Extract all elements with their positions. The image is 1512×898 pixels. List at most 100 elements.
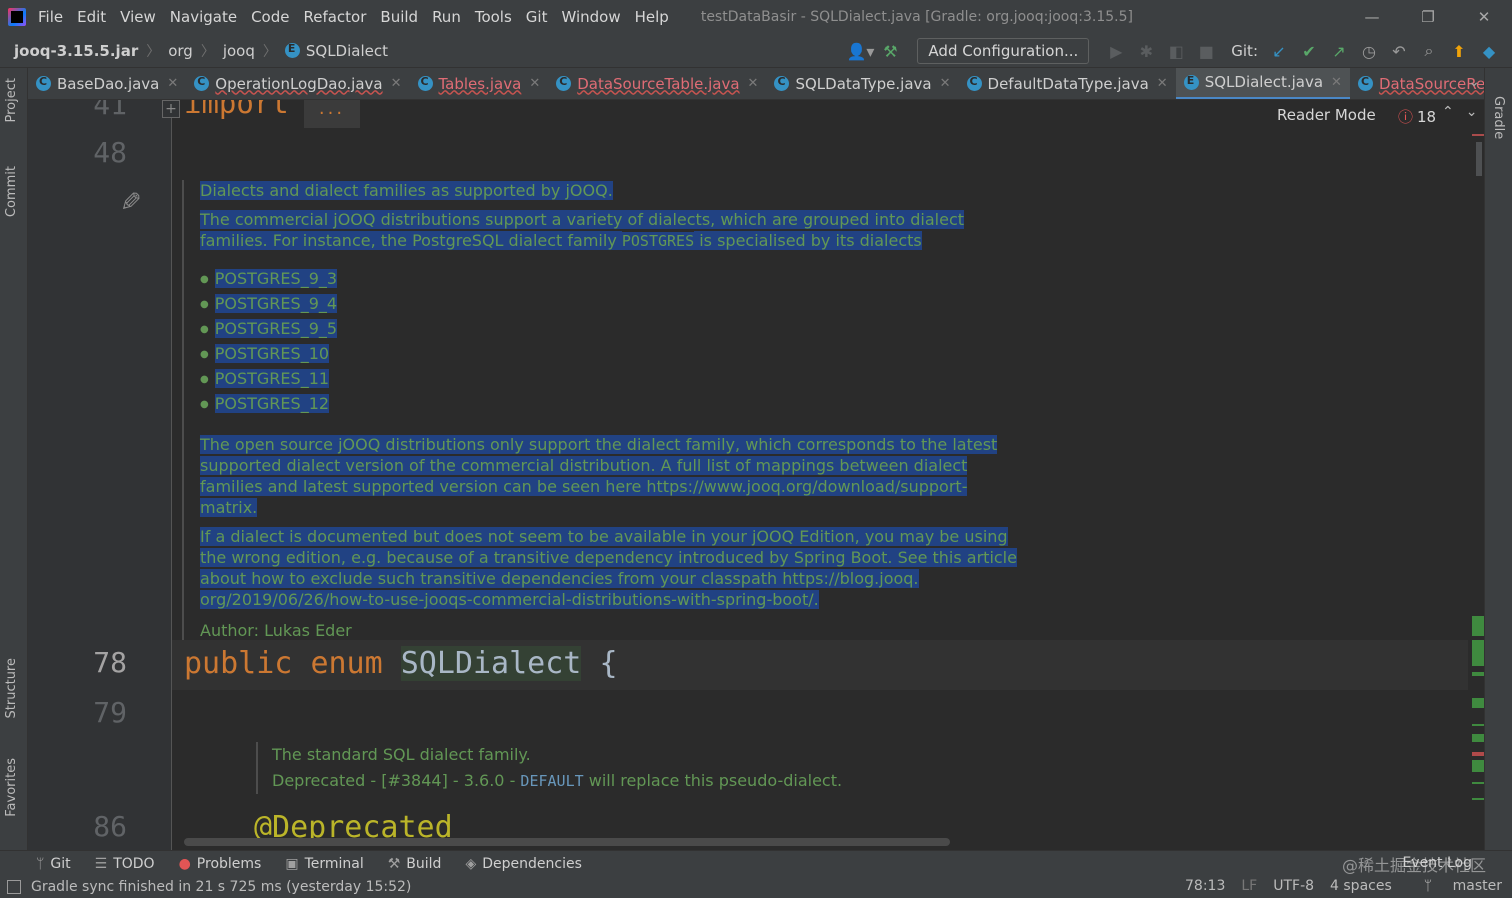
problems-tool-button[interactable]: ● Problems — [179, 856, 262, 872]
build-hammer-icon[interactable]: ⚒ — [875, 42, 905, 61]
stripe-mark[interactable] — [1472, 640, 1484, 666]
tab-datasourcerecord[interactable]: DataSourceRecord.jav — [1350, 68, 1484, 99]
menu-help[interactable]: Help — [635, 8, 669, 26]
minimize-button[interactable]: — — [1344, 8, 1400, 26]
stripe-mark[interactable] — [1472, 760, 1484, 772]
caret-position[interactable]: 78:13 — [1185, 878, 1225, 894]
tab-basedao[interactable]: BaseDao.java ✕ — [28, 68, 186, 99]
tab-label: DefaultDataType.java — [987, 74, 1149, 93]
git-tool-button[interactable]: ᛘ Git — [36, 856, 71, 872]
error-stripe[interactable] — [1468, 100, 1484, 850]
doc-text: will replace this pseudo-dialect. — [583, 771, 843, 790]
file-encoding[interactable]: UTF-8 — [1273, 878, 1314, 894]
plugin-icon[interactable]: ◆ — [1474, 42, 1504, 61]
problems-indicator[interactable]: ⓘ 18 — [1398, 106, 1436, 127]
restore-button[interactable]: ❐ — [1400, 8, 1456, 26]
stripe-mark[interactable] — [1472, 134, 1484, 136]
project-tool-button[interactable]: Project — [4, 78, 19, 122]
close-window-button[interactable]: ✕ — [1456, 8, 1512, 26]
menu-build[interactable]: Build — [380, 8, 418, 26]
enum-icon — [1183, 74, 1199, 90]
line-separator[interactable]: LF — [1241, 878, 1257, 894]
stripe-mark[interactable] — [1472, 672, 1484, 676]
git-commit-icon[interactable]: ✔ — [1294, 42, 1324, 61]
breadcrumb-sqldialect[interactable]: SQLDialect — [306, 42, 388, 60]
run-icon[interactable]: ▶ — [1101, 42, 1131, 61]
reader-mode-toggle[interactable]: Reader Mode — [1277, 106, 1376, 124]
stop-icon[interactable]: ■ — [1191, 42, 1221, 61]
commit-tool-button[interactable]: Commit — [4, 166, 19, 217]
git-update-icon[interactable]: ↙ — [1264, 42, 1294, 61]
build-tool-button[interactable]: ⚒ Build — [388, 856, 442, 872]
close-icon[interactable]: ✕ — [1331, 75, 1342, 90]
close-icon[interactable]: ✕ — [529, 76, 540, 91]
menu-tools[interactable]: Tools — [475, 8, 512, 26]
tab-tables[interactable]: Tables.java ✕ — [410, 68, 549, 99]
stripe-mark[interactable] — [1472, 698, 1484, 708]
tab-sqldatatype[interactable]: SQLDataType.java ✕ — [766, 68, 958, 99]
folded-imports[interactable]: ... — [304, 100, 360, 128]
stripe-mark[interactable] — [1472, 616, 1484, 636]
chevron-down-icon[interactable]: ⌄ — [1468, 74, 1480, 90]
edit-pencil-icon[interactable]: ✎ — [120, 188, 142, 218]
search-icon[interactable]: ⌕ — [1414, 41, 1444, 61]
tab-defaultdatatype[interactable]: DefaultDataType.java ✕ — [959, 68, 1176, 99]
menu-edit[interactable]: Edit — [77, 8, 106, 26]
menu-window[interactable]: Window — [561, 8, 620, 26]
status-message[interactable]: Gradle sync finished in 21 s 725 ms (yes… — [31, 879, 411, 895]
branch-name: master — [1452, 878, 1502, 894]
dialect-link[interactable]: POSTGRES_9_4 — [214, 294, 338, 313]
rollback-icon[interactable]: ↶ — [1384, 42, 1414, 61]
toggle-tool-windows-icon[interactable] — [7, 880, 21, 894]
class-name: SQLDialect — [400, 646, 582, 681]
dialect-link[interactable]: POSTGRES_12 — [214, 394, 330, 413]
debug-icon[interactable]: ✱ — [1131, 42, 1161, 61]
menu-navigate[interactable]: Navigate — [170, 8, 237, 26]
menu-view[interactable]: View — [120, 8, 156, 26]
close-icon[interactable]: ✕ — [748, 76, 759, 91]
stripe-mark[interactable] — [1472, 734, 1484, 742]
stripe-mark[interactable] — [1472, 798, 1484, 800]
close-icon[interactable]: ✕ — [167, 76, 178, 91]
structure-tool-button[interactable]: Structure — [4, 658, 19, 718]
close-icon[interactable]: ✕ — [1157, 76, 1168, 91]
stripe-mark[interactable] — [1472, 752, 1484, 756]
add-configuration-button[interactable]: Add Configuration... — [917, 38, 1090, 64]
breadcrumb-jar[interactable]: jooq-3.15.5.jar — [14, 42, 138, 60]
arrow-up-icon[interactable]: ⌃ — [1442, 104, 1466, 120]
breadcrumb-jooq[interactable]: jooq — [223, 42, 255, 60]
update-available-icon[interactable]: ⬆ — [1444, 42, 1474, 61]
git-push-icon[interactable]: ↗ — [1324, 42, 1354, 61]
menu-run[interactable]: Run — [432, 8, 461, 26]
dialect-link[interactable]: POSTGRES_10 — [214, 344, 330, 363]
breadcrumb-org[interactable]: org — [168, 42, 193, 60]
git-branch[interactable]: ᛘ master — [1408, 878, 1502, 894]
close-icon[interactable]: ✕ — [940, 76, 951, 91]
terminal-tool-button[interactable]: ▣ Terminal — [285, 856, 363, 872]
dialect-link[interactable]: POSTGRES_11 — [214, 369, 330, 388]
tab-datasourcetable[interactable]: DataSourceTable.java ✕ — [548, 68, 766, 99]
stripe-mark[interactable] — [1472, 724, 1484, 726]
tab-sqldialect[interactable]: SQLDialect.java ✕ — [1175, 68, 1350, 99]
scroll-thumb[interactable] — [1476, 142, 1482, 176]
history-icon[interactable]: ◷ — [1354, 42, 1384, 61]
horizontal-scrollbar[interactable] — [184, 838, 950, 846]
user-icon[interactable]: 👤▾ — [845, 42, 875, 61]
dependencies-tool-button[interactable]: ◈ Dependencies — [465, 856, 581, 872]
close-icon[interactable]: ✕ — [391, 76, 402, 91]
fold-expand-icon[interactable]: + — [162, 100, 180, 118]
tab-operationlogdao[interactable]: OperationLogDao.java ✕ — [186, 68, 409, 99]
stripe-mark[interactable] — [1472, 782, 1484, 784]
dialect-link[interactable]: POSTGRES_9_3 — [214, 269, 338, 288]
menu-code[interactable]: Code — [251, 8, 289, 26]
favorites-tool-button[interactable]: Favorites — [4, 758, 19, 817]
menu-refactor[interactable]: Refactor — [303, 8, 366, 26]
code-editor[interactable]: 41 48 ✎ 78 79 86 + import ... Reader Mod… — [28, 100, 1484, 850]
menu-git[interactable]: Git — [526, 8, 548, 26]
todo-tool-button[interactable]: ☰ TODO — [95, 856, 155, 872]
menu-file[interactable]: File — [38, 8, 63, 26]
gradle-tool-button[interactable]: Gradle — [1491, 96, 1506, 139]
coverage-icon[interactable]: ◧ — [1161, 42, 1191, 61]
dialect-link[interactable]: POSTGRES_9_5 — [214, 319, 338, 338]
indent-setting[interactable]: 4 spaces — [1330, 878, 1392, 894]
